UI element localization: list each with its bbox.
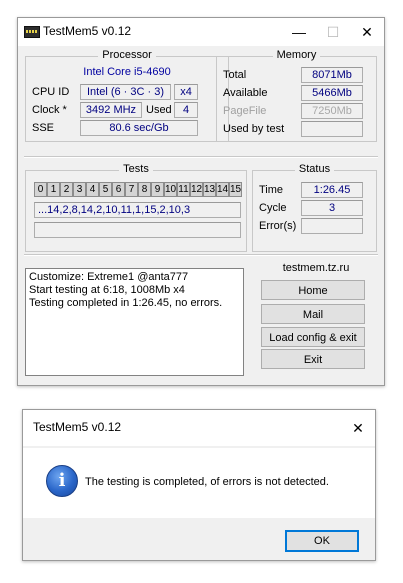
available-label: Available [223, 87, 268, 99]
used-by-test-field [301, 121, 363, 137]
mail-button[interactable]: Mail [261, 304, 365, 324]
memory-group: Memory Total 8071Mb Available 5466Mb Pag… [216, 49, 377, 142]
test-number: 2 [60, 182, 73, 197]
home-button[interactable]: Home [261, 280, 365, 300]
dialog-title-bar[interactable]: TestMem5 v0.12 ✕ [23, 410, 375, 446]
cpu-id-label: CPU ID [32, 86, 70, 98]
cpu-name: Intel Core i5-4690 [83, 66, 171, 78]
pagefile-field: 7250Mb [301, 103, 363, 119]
test-number: 0 [34, 182, 47, 197]
separator-top [24, 156, 378, 158]
pagefile-label: PageFile [223, 105, 267, 117]
processor-group-label: Processor [98, 49, 156, 61]
test-number: 3 [73, 182, 86, 197]
time-label: Time [259, 184, 284, 196]
test-number: 14 [216, 182, 229, 197]
cycle-label: Cycle [259, 202, 287, 214]
test-number: 13 [203, 182, 216, 197]
status-group-label: Status [294, 163, 335, 175]
log-text-area[interactable]: Customize: Extreme1 @anta777 Start testi… [25, 268, 244, 376]
test-number: 6 [112, 182, 125, 197]
available-memory-field: 5466Mb [301, 85, 363, 101]
test-number: 15 [229, 182, 242, 197]
dialog-message-area: i The testing is completed, of errors is… [23, 448, 375, 518]
exit-button[interactable]: Exit [261, 349, 365, 369]
cpu-id-field: Intel (6 · 3C · 3) [80, 84, 171, 100]
processor-group: Processor Intel Core i5-4690 CPU ID Inte… [25, 49, 229, 142]
errors-label: Error(s) [259, 220, 297, 232]
site-label: testmem.tz.ru [282, 262, 350, 274]
test-progress-bar [34, 222, 241, 238]
maximize-button: ☐ [326, 24, 340, 40]
sse-field: 80.6 sec/Gb [80, 120, 198, 136]
dialog-close-button[interactable]: ✕ [341, 414, 375, 442]
total-label: Total [223, 69, 247, 81]
clock-field: 3492 MHz [80, 102, 142, 118]
errors-field [301, 218, 363, 234]
test-sequence-field: ...14,2,8,14,2,10,11,1,15,2,10,3 [34, 202, 241, 218]
time-field: 1:26.45 [301, 182, 363, 198]
total-memory-field: 8071Mb [301, 67, 363, 83]
completion-dialog: TestMem5 v0.12 ✕ i The testing is comple… [22, 409, 376, 561]
main-title-bar[interactable]: TestMem5 v0.12 — ☐ ✕ [18, 18, 384, 46]
tests-group: Tests 0 1 2 3 4 5 6 7 8 9 10 11 12 13 14… [25, 163, 247, 252]
separator-bottom [24, 254, 378, 256]
ok-button[interactable]: OK [285, 530, 359, 552]
window-title: TestMem5 v0.12 [43, 24, 132, 38]
test-number: 8 [138, 182, 151, 197]
test-number: 9 [151, 182, 164, 197]
used-label: Used [146, 104, 172, 116]
memory-group-label: Memory [272, 49, 321, 61]
information-icon: i [46, 465, 78, 497]
close-button[interactable]: ✕ [350, 18, 384, 46]
main-window: TestMem5 v0.12 — ☐ ✕ Processor Intel Cor… [17, 17, 385, 386]
load-config-exit-button[interactable]: Load config & exit [261, 327, 365, 347]
used-threads-field: 4 [174, 102, 198, 118]
cpu-threads-field: x4 [174, 84, 198, 100]
cycle-field: 3 [301, 200, 363, 216]
used-by-test-label: Used by test [223, 123, 285, 135]
tests-group-label: Tests [119, 163, 153, 175]
dialog-title: TestMem5 v0.12 [33, 420, 122, 434]
test-number: 1 [47, 182, 60, 197]
log-line: Testing completed in 1:26.45, no errors. [29, 297, 223, 309]
test-number: 4 [86, 182, 99, 197]
dialog-message: The testing is completed, of errors is n… [85, 476, 329, 488]
status-group: Status Time 1:26.45 Cycle 3 Error(s) [252, 163, 377, 252]
memory-chip-icon [24, 26, 40, 38]
log-line: Start testing at 6:18, 1008Mb x4 [29, 284, 185, 296]
minimize-button[interactable]: — [282, 18, 316, 46]
clock-label: Clock * [32, 104, 67, 116]
sse-label: SSE [32, 122, 55, 134]
test-number: 5 [99, 182, 112, 197]
test-number-row: 0 1 2 3 4 5 6 7 8 9 10 11 12 13 14 15 [34, 182, 242, 197]
test-number: 10 [164, 182, 177, 197]
test-number: 12 [190, 182, 203, 197]
test-number: 11 [177, 182, 190, 197]
test-number: 7 [125, 182, 138, 197]
log-line: Customize: Extreme1 @anta777 [29, 271, 189, 283]
